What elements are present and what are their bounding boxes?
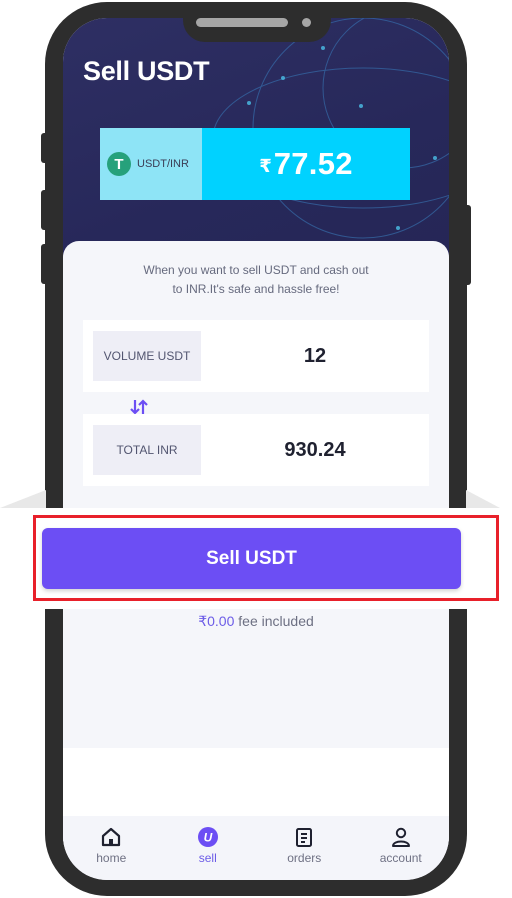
nav-label-home: home (96, 851, 127, 865)
sell-usdt-button[interactable]: Sell USDT (42, 528, 461, 589)
fee-text: fee included (238, 613, 314, 629)
tether-icon: T (107, 152, 131, 176)
nav-label-sell: sell (198, 851, 217, 865)
page-title: Sell USDT (83, 56, 210, 86)
total-inr-label: TOTAL INR (93, 425, 201, 475)
home-icon (102, 827, 121, 847)
orders-icon (296, 828, 313, 847)
highlight-shadow-right (466, 490, 500, 508)
bottom-nav: home U sell orders account (63, 816, 449, 880)
nav-label-orders: orders (287, 851, 322, 865)
total-inr-input[interactable]: 930.24 (201, 414, 429, 486)
total-inr-field[interactable]: TOTAL INR 930.24 (83, 414, 429, 486)
intro-text: When you want to sell USDT and cash out … (103, 261, 409, 299)
phone-camera (302, 18, 311, 27)
svg-text:U: U (203, 831, 212, 845)
account-icon (391, 827, 410, 847)
nav-item-orders[interactable]: orders (256, 816, 353, 880)
fee-amount: ₹0.00 (198, 613, 235, 629)
phone-screen: Sell USDT T USDT/INR ₹ 77.52 When you wa… (63, 18, 449, 880)
nav-label-account: account (379, 851, 422, 865)
rate-card: T USDT/INR ₹ 77.52 (100, 128, 410, 200)
highlight-shadow-left (0, 490, 46, 508)
header-background: Sell USDT T USDT/INR ₹ 77.52 (63, 18, 449, 268)
volume-usdt-input[interactable]: 12 (201, 320, 429, 392)
currency-pair: T USDT/INR (100, 128, 202, 200)
volume-usdt-label: VOLUME USDT (93, 331, 201, 381)
intro-line-1: When you want to sell USDT and cash out (143, 263, 369, 277)
nav-item-home[interactable]: home (63, 816, 160, 880)
exchange-rate-value: 77.52 (273, 146, 353, 181)
fee-note: ₹0.00 fee included (63, 613, 449, 630)
nav-item-account[interactable]: account (353, 816, 450, 880)
intro-line-2: to INR.It's safe and hassle free! (172, 282, 340, 296)
nav-item-sell[interactable]: U sell (160, 816, 257, 880)
rupee-symbol: ₹ (259, 155, 272, 176)
sell-icon: U (197, 827, 218, 847)
currency-pair-label: USDT/INR (137, 158, 189, 170)
exchange-rate: ₹ 77.52 (202, 128, 410, 200)
phone-speaker (196, 18, 288, 27)
volume-usdt-field[interactable]: VOLUME USDT 12 (83, 320, 429, 392)
